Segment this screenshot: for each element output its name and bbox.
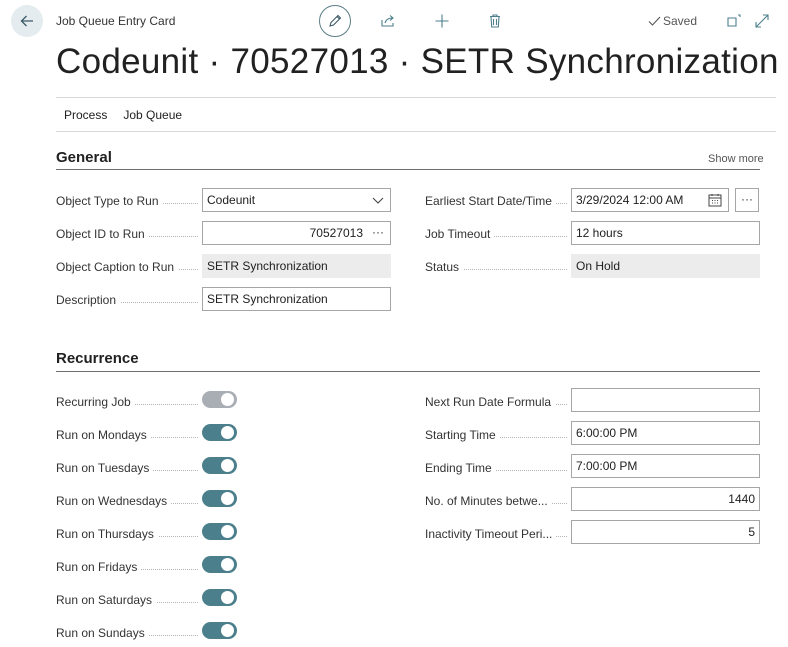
- run-on-saturdays-label: Run on Saturdays: [56, 592, 198, 608]
- share-icon: [381, 15, 394, 27]
- run-on-saturdays-toggle[interactable]: [202, 589, 237, 606]
- open-new-window-button[interactable]: [724, 11, 744, 31]
- arrow-left-icon: [20, 15, 33, 27]
- next-run-formula-label: Next Run Date Formula: [425, 394, 567, 410]
- checkmark-icon: [648, 16, 661, 26]
- run-on-sundays-toggle[interactable]: [202, 622, 237, 639]
- object-id-field[interactable]: 70527013 ···: [202, 221, 391, 245]
- action-process[interactable]: Process: [56, 108, 115, 122]
- back-button[interactable]: [11, 5, 43, 37]
- recurring-job-toggle[interactable]: [202, 391, 237, 408]
- chevron-down-icon: [372, 197, 384, 204]
- toggle-knob: [221, 591, 234, 604]
- delete-button[interactable]: [485, 11, 505, 31]
- show-more-link[interactable]: Show more: [708, 153, 764, 165]
- run-on-mondays-toggle[interactable]: [202, 424, 237, 441]
- minutes-between-field[interactable]: 1440: [571, 487, 760, 511]
- saved-label: Saved: [663, 14, 698, 28]
- ending-time-field[interactable]: 7:00:00 PM: [571, 454, 760, 478]
- general-section-divider: [56, 169, 760, 170]
- breadcrumb: Job Queue Entry Card: [56, 14, 176, 28]
- header-divider: [56, 97, 776, 98]
- new-button[interactable]: [432, 11, 452, 31]
- run-on-fridays-label: Run on Fridays: [56, 559, 198, 575]
- next-run-formula-field[interactable]: [571, 388, 760, 412]
- earliest-start-field[interactable]: 3/29/2024 12:00 AM: [571, 188, 729, 212]
- toggle-knob: [221, 558, 234, 571]
- run-on-sundays-label: Run on Sundays: [56, 625, 198, 641]
- action-bar: Process Job Queue: [56, 108, 190, 122]
- earliest-start-label: Earliest Start Date/Time: [425, 193, 567, 209]
- open-in-new-window-icon: [727, 14, 741, 27]
- starting-time-field[interactable]: 6:00:00 PM: [571, 421, 760, 445]
- recurrence-section-divider: [56, 371, 760, 372]
- toggle-knob: [221, 393, 234, 406]
- run-on-thursdays-label: Run on Thursdays: [56, 526, 198, 542]
- expand-button[interactable]: [752, 11, 772, 31]
- recurrence-section-title[interactable]: Recurrence: [56, 350, 139, 367]
- ellipsis-icon[interactable]: ···: [372, 222, 384, 243]
- object-id-label: Object ID to Run: [56, 226, 198, 242]
- object-type-select[interactable]: Codeunit: [202, 188, 391, 212]
- toggle-knob: [221, 624, 234, 637]
- run-on-wednesdays-toggle[interactable]: [202, 490, 237, 507]
- starting-time-label: Starting Time: [425, 427, 567, 443]
- object-type-label: Object Type to Run: [56, 193, 198, 209]
- run-on-wednesdays-label: Run on Wednesdays: [56, 493, 198, 509]
- run-on-thursdays-toggle[interactable]: [202, 523, 237, 540]
- status-field: On Hold: [571, 254, 760, 278]
- action-bar-divider: [56, 131, 776, 132]
- toggle-knob: [221, 492, 234, 505]
- description-field[interactable]: SETR Synchronization: [202, 287, 391, 311]
- toggle-knob: [221, 459, 234, 472]
- toggle-knob: [221, 426, 234, 439]
- share-button[interactable]: [378, 11, 398, 31]
- run-on-tuesdays-toggle[interactable]: [202, 457, 237, 474]
- status-label: Status: [425, 259, 567, 275]
- job-timeout-field[interactable]: 12 hours: [571, 221, 760, 245]
- inactivity-timeout-label: Inactivity Timeout Peri...: [425, 526, 567, 542]
- general-section-title[interactable]: General: [56, 149, 112, 166]
- page-title: Codeunit · 70527013 · SETR Synchronizati…: [56, 42, 779, 81]
- pencil-icon: [329, 14, 342, 27]
- minutes-between-label: No. of Minutes betwe...: [425, 493, 567, 509]
- ending-time-label: Ending Time: [425, 460, 567, 476]
- run-on-mondays-label: Run on Mondays: [56, 427, 198, 443]
- recurring-job-label: Recurring Job: [56, 394, 198, 410]
- inactivity-timeout-field[interactable]: 5: [571, 520, 760, 544]
- earliest-start-more-button[interactable]: ···: [735, 188, 759, 212]
- trash-icon: [490, 14, 500, 28]
- action-job-queue[interactable]: Job Queue: [115, 108, 190, 122]
- plus-icon: [435, 14, 449, 28]
- expand-icon: [755, 14, 769, 28]
- saved-status: Saved: [648, 14, 697, 28]
- description-label: Description: [56, 292, 198, 308]
- job-timeout-label: Job Timeout: [425, 226, 567, 242]
- object-caption-field: SETR Synchronization: [202, 254, 391, 278]
- run-on-tuesdays-label: Run on Tuesdays: [56, 460, 198, 476]
- run-on-fridays-toggle[interactable]: [202, 556, 237, 573]
- edit-button[interactable]: [319, 5, 351, 37]
- object-caption-label: Object Caption to Run: [56, 259, 198, 275]
- toggle-knob: [221, 525, 234, 538]
- calendar-icon[interactable]: [708, 193, 722, 207]
